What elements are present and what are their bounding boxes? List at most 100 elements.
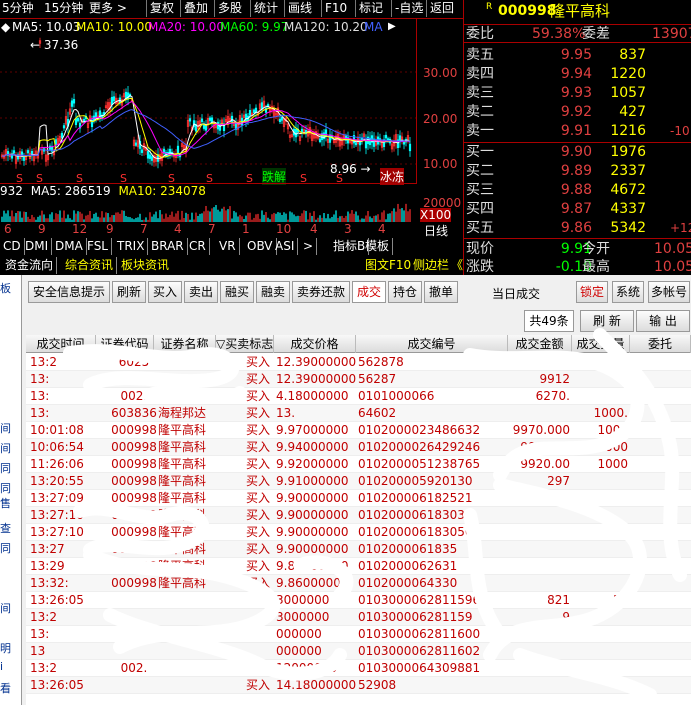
indicator-tab-asi[interactable]: ASI: [272, 238, 299, 255]
table-row[interactable]: 10:06:54 000998 隆平高科 买入 9.94000000 0102000026…: [26, 439, 691, 456]
indicator-tab-cd[interactable]: CD: [0, 238, 25, 255]
system-button[interactable]: 系统: [612, 281, 644, 303]
fuquan-button[interactable]: 复权: [146, 0, 177, 17]
ma-scroll-icon[interactable]: ▶: [388, 19, 396, 35]
remove-watchlist-button[interactable]: -自选: [391, 0, 426, 17]
volume-bar: [313, 211, 315, 222]
overlay-button[interactable]: 叠加: [180, 0, 211, 17]
ask-level-row[interactable]: 卖一 9.91 1216 -10: [464, 122, 691, 141]
stats-button[interactable]: 统计: [250, 0, 281, 17]
table-row[interactable]: 13:26:05 买入 14.18000000 52908: [26, 677, 691, 694]
table-row[interactable]: 13:2 6025 买入 12.39000000 562878: [26, 354, 691, 371]
table-row[interactable]: 13:27:09 000998 隆平高科 买入 9.90000000 0102000061…: [26, 490, 691, 507]
sell-repay-button[interactable]: 卖券还款: [292, 281, 350, 303]
column-header[interactable]: ▽买卖标志: [216, 335, 274, 353]
margin-sell-button[interactable]: 融卖: [256, 281, 290, 303]
f10-button[interactable]: F10: [321, 0, 350, 17]
ask-level-row[interactable]: 卖四 9.94 1220: [464, 65, 691, 84]
refresh-list-button[interactable]: 刷 新: [580, 310, 634, 332]
bid-level-row[interactable]: 买一 9.90 1976: [464, 143, 691, 162]
table-row[interactable]: 13: 买入 12.39000000 56287 9912: [26, 371, 691, 388]
ask-level-row[interactable]: 卖二 9.92 427: [464, 103, 691, 122]
tab-fund-flow[interactable]: 资金流向: [2, 257, 58, 274]
left-nav-item[interactable]: i: [0, 660, 3, 673]
buy-button[interactable]: 买入: [148, 281, 182, 303]
column-header[interactable]: 成交时间: [26, 335, 96, 353]
sell-button[interactable]: 卖出: [184, 281, 218, 303]
left-nav-item[interactable]: 查: [0, 520, 11, 536]
ask-level-row[interactable]: 卖五 9.95 837: [464, 46, 691, 65]
left-nav-item[interactable]: 同: [0, 480, 11, 496]
security-info-button[interactable]: 安全信息提示: [28, 281, 110, 303]
tab-f10-graphic[interactable]: 图文F10: [362, 257, 414, 274]
left-nav-item[interactable]: 间: [0, 440, 11, 456]
table-row[interactable]: 13:26:05 3000000 0103000062811596 821 17: [26, 592, 691, 609]
indicator-tab-x[interactable]: >: [300, 238, 318, 255]
multi-stock-button[interactable]: 多股: [214, 0, 245, 17]
ask-level-row[interactable]: 卖三 9.93 1057: [464, 84, 691, 103]
left-nav-item[interactable]: 板: [0, 280, 11, 296]
indicator-tab-brar[interactable]: BRAR: [148, 238, 188, 255]
cancel-order-button[interactable]: 撤单: [424, 281, 458, 303]
table-row[interactable]: 11:26:06 000998 隆平高科 买入 9.92000000 0102000051…: [26, 456, 691, 473]
tab-sector-news[interactable]: 板块资讯: [118, 257, 172, 274]
column-header[interactable]: 成交编号: [356, 335, 508, 353]
indicator-tab-dmi[interactable]: DMI: [22, 238, 53, 255]
table-row[interactable]: 13: 000000 0103000062811600: [26, 626, 691, 643]
column-header[interactable]: 委托: [630, 335, 691, 353]
column-header[interactable]: 成交数量: [572, 335, 630, 353]
table-row[interactable]: 13:27 000998 隆平高科 买入 9.90000000 0102000061835: [26, 541, 691, 558]
table-row[interactable]: 13:20:55 000998 隆平高科 买入 9.91000000 0102000059…: [26, 473, 691, 490]
left-nav-item[interactable]: 明: [0, 640, 11, 656]
table-row[interactable]: 13:29 000998 隆平高科 买入 9.89000000 0102000062631: [26, 558, 691, 575]
table-row[interactable]: 13 000000 0103000062811602: [26, 643, 691, 660]
table-row[interactable]: 13: 002: 买入 4.18000000 0101000066 6270.: [26, 388, 691, 405]
multi-account-button[interactable]: 多帐号: [648, 281, 690, 303]
indicator-tab-dma[interactable]: DMA: [52, 238, 87, 255]
column-header[interactable]: 证券名称: [154, 335, 216, 353]
back-button[interactable]: 返回: [426, 0, 457, 17]
indicator-tab-xx[interactable]: 模板: [362, 238, 394, 255]
indicator-tab-trix[interactable]: TRIX: [114, 238, 149, 255]
table-row[interactable]: 13:27:10 000998 隆平高科 买入 9.90000000 0102000061…: [26, 524, 691, 541]
positions-button[interactable]: 持仓: [388, 281, 422, 303]
bid-level-row[interactable]: 买五 9.86 5342 +12: [464, 219, 691, 238]
draw-line-button[interactable]: 画线: [284, 0, 315, 17]
left-nav-item[interactable]: 售: [0, 495, 11, 511]
indicator-tab-fsl[interactable]: FSL: [84, 238, 112, 255]
left-nav-item[interactable]: 同: [0, 460, 11, 476]
indicator-tab-cr[interactable]: CR: [186, 238, 210, 255]
column-header[interactable]: 成交金额: [508, 335, 572, 353]
left-nav-item[interactable]: 同: [0, 540, 11, 556]
indicator-tab-vr[interactable]: VR: [216, 238, 240, 255]
table-row[interactable]: 13:27:10 000998 隆平高科 买入 9.90000000 0102000061…: [26, 507, 691, 524]
bid-level-row[interactable]: 买二 9.89 2337: [464, 162, 691, 181]
period-tab-15min[interactable]: 15分钟: [44, 0, 83, 17]
left-nav-item[interactable]: 间: [0, 420, 11, 436]
margin-buy-button[interactable]: 融买: [220, 281, 254, 303]
cell-time: 11:26:06: [30, 457, 84, 471]
period-tab-more[interactable]: 更多 >: [89, 0, 127, 17]
export-button[interactable]: 输 出: [636, 310, 690, 332]
column-header[interactable]: 证券代码: [96, 335, 154, 353]
table-row[interactable]: 13: 603836 海程邦达 买入 13. 64602 1000.: [26, 405, 691, 422]
mark-button[interactable]: 标记: [355, 0, 386, 17]
refresh-button[interactable]: 刷新: [112, 281, 146, 303]
tab-news[interactable]: 综合资讯: [62, 257, 118, 274]
bid-level-row[interactable]: 买四 9.87 4337: [464, 200, 691, 219]
table-row[interactable]: 13:32: 000998 隆平高科 买入 9.86000000 010200006433…: [26, 575, 691, 592]
tab-sidebar[interactable]: 侧边栏: [410, 257, 452, 274]
collapse-icon[interactable]: 《: [448, 257, 463, 274]
table-row[interactable]: 10:01:08 000998 隆平高科 买入 9.97000000 0102000023…: [26, 422, 691, 439]
period-tab-5min[interactable]: 5分钟: [2, 0, 34, 17]
left-nav-item[interactable]: 看: [0, 680, 11, 696]
trade-panel: 板间间同同售查同间明i看 安全信息提示 刷新 买入 卖出 融买 融卖 卖券还款 成交 持仓 撤单 …: [0, 275, 691, 705]
table-row[interactable]: 13:2 002. 12000000 0103000064309881: [26, 660, 691, 677]
lock-button[interactable]: 锁定: [576, 281, 608, 303]
table-row[interactable]: 13:2 3000000 010300006281159 9: [26, 609, 691, 626]
ma-settings-icon[interactable]: ◆: [1, 19, 10, 35]
trades-button[interactable]: 成交: [352, 281, 386, 303]
left-nav-item[interactable]: 间: [0, 600, 11, 616]
column-header[interactable]: 成交价格: [274, 335, 356, 353]
bid-level-row[interactable]: 买三 9.88 4672: [464, 181, 691, 200]
